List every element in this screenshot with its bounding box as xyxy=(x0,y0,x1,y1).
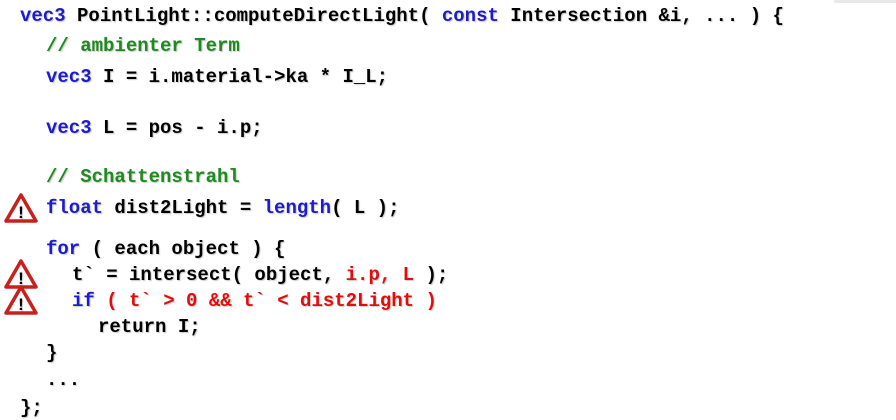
function-length: length xyxy=(262,197,332,219)
code-line-ambient: vec3 I = i.material->ka * I_L; xyxy=(46,66,388,88)
comment-shadow: // Schattenstrahl xyxy=(46,166,240,188)
code-line-for: for ( each object ) { xyxy=(46,238,285,260)
code-text: ( each object ) { xyxy=(80,238,286,260)
keyword-vec3: vec3 xyxy=(46,117,92,139)
signature-params: Intersection &i, ... ) { xyxy=(498,5,784,27)
keyword-if: if xyxy=(72,290,95,312)
warning-glyph: ! xyxy=(18,203,24,222)
keyword-for: for xyxy=(46,238,81,260)
keyword-vec3: vec3 xyxy=(20,5,66,27)
signature-name: PointLight::computeDirectLight( xyxy=(65,5,442,27)
warning-triangle-icon: ! xyxy=(4,193,38,223)
code-line-return: return I; xyxy=(98,316,201,338)
highlighted-condition: ( t` > 0 && t` < dist2Light ) xyxy=(94,290,437,312)
code-line-end: }; xyxy=(20,397,43,419)
keyword-float: float xyxy=(46,197,104,219)
code-text: ( L ); xyxy=(331,197,400,219)
code-text: t` = intersect( object, xyxy=(72,264,346,286)
code-line-close-for: } xyxy=(46,342,58,364)
code-line-intersect: t` = intersect( object, i.p, L ); xyxy=(72,264,448,286)
corner-strip xyxy=(834,0,896,3)
code-line-distance: float dist2Light = length( L ); xyxy=(46,197,400,219)
keyword-const: const xyxy=(441,5,499,27)
code-text: L = pos - i.p; xyxy=(91,117,263,139)
warning-triangle-icon: ! xyxy=(4,285,38,315)
code-text: I = i.material->ka * I_L; xyxy=(91,66,389,88)
comment-ambient: // ambienter Term xyxy=(46,35,240,57)
highlighted-args: i.p, L xyxy=(345,264,415,286)
code-line-light-vector: vec3 L = pos - i.p; xyxy=(46,117,263,139)
code-line-ellipsis: ... xyxy=(46,369,81,391)
code-text: ); xyxy=(414,264,449,286)
warning-glyph: ! xyxy=(18,295,24,314)
code-text: dist2Light = xyxy=(103,197,263,219)
code-line-if: if ( t` > 0 && t` < dist2Light ) xyxy=(72,290,437,312)
code-line-signature: vec3 PointLight::computeDirectLight( con… xyxy=(20,5,784,27)
keyword-vec3: vec3 xyxy=(46,66,92,88)
